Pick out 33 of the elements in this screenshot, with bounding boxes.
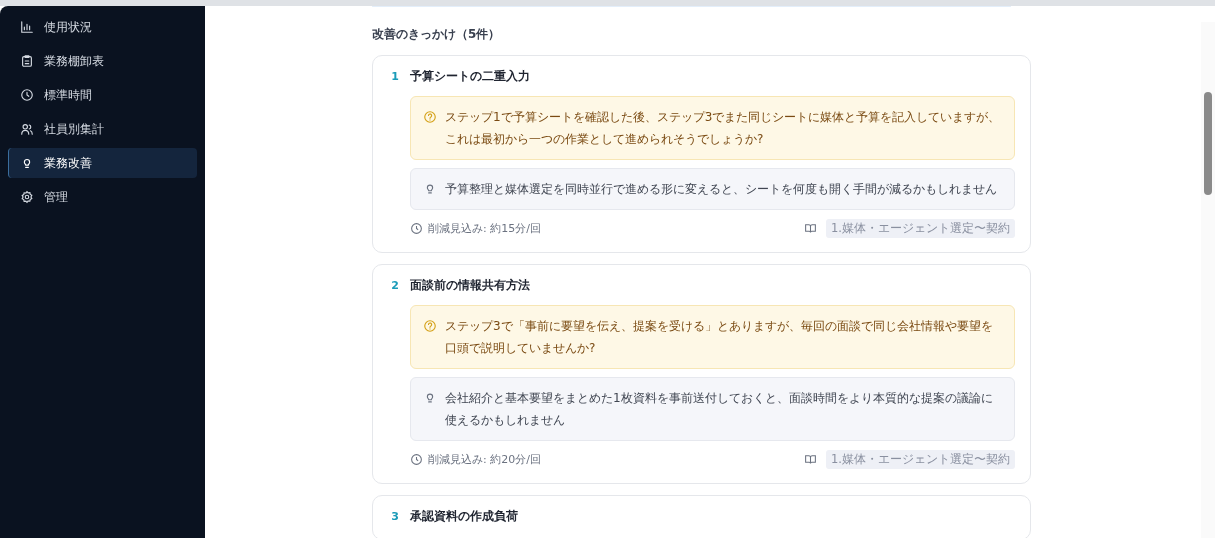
question-icon: [423, 319, 437, 333]
nav-item[interactable]: 業務改善: [8, 148, 197, 178]
clock-icon: [20, 88, 34, 102]
suggestion-text: 予算整理と媒体選定を同時並行で進める形に変えると、シートを何度も開く手間が減るかもしれません: [445, 181, 997, 198]
time-saving-estimate: 削減見込み: 約15分/回: [428, 221, 541, 236]
question-text: ステップ3で「事前に要望を伝え、提案を受ける」とありますが、毎回の面談で同じ会社情報や要望を口頭で説明していませんか?: [445, 318, 994, 357]
card-title: 予算シートの二重入力: [410, 68, 530, 85]
users-icon: [20, 122, 34, 136]
suggestion-text: 会社紹介と基本要望をまとめた1枚資料を事前送付しておくと、面談時間をより本質的な提案の議論に使えるかもしれません: [445, 390, 994, 429]
nav-item[interactable]: 使用状況: [8, 12, 197, 42]
card-title: 承認資料の作成負荷: [410, 508, 518, 525]
clipboard-icon: [20, 54, 34, 68]
nav-item[interactable]: 標準時間: [8, 80, 197, 110]
book-icon: [804, 453, 817, 466]
scrollbar[interactable]: [1201, 22, 1215, 538]
question-text: ステップ1で予算シートを確認した後、ステップ3でまた同じシートに媒体と予算を記入していますが、これは最初から一つの作業として進められそうでしょうか?: [445, 109, 1002, 148]
settings-icon: [20, 190, 34, 204]
nav-item[interactable]: 業務棚卸表: [8, 46, 197, 76]
section-title: 改善のきっかけ（5件）: [372, 26, 502, 43]
process-tag: 1.媒体・エージェント選定〜契約: [826, 450, 1015, 469]
card-title: 面談前の情報共有方法: [410, 277, 530, 294]
nav-item[interactable]: 社員別集計: [8, 114, 197, 144]
nav-item[interactable]: 管理: [8, 182, 197, 212]
card-number: 1: [390, 70, 400, 83]
bar-chart-icon: [20, 20, 34, 34]
clock-icon: [410, 222, 423, 235]
process-tag: 1.媒体・エージェント選定〜契約: [826, 219, 1015, 238]
card-number: 2: [390, 279, 400, 292]
book-icon: [804, 222, 817, 235]
clock-icon: [410, 453, 423, 466]
card-number: 3: [390, 510, 400, 523]
time-saving-estimate: 削減見込み: 約20分/回: [428, 452, 541, 467]
question-icon: [423, 110, 437, 124]
